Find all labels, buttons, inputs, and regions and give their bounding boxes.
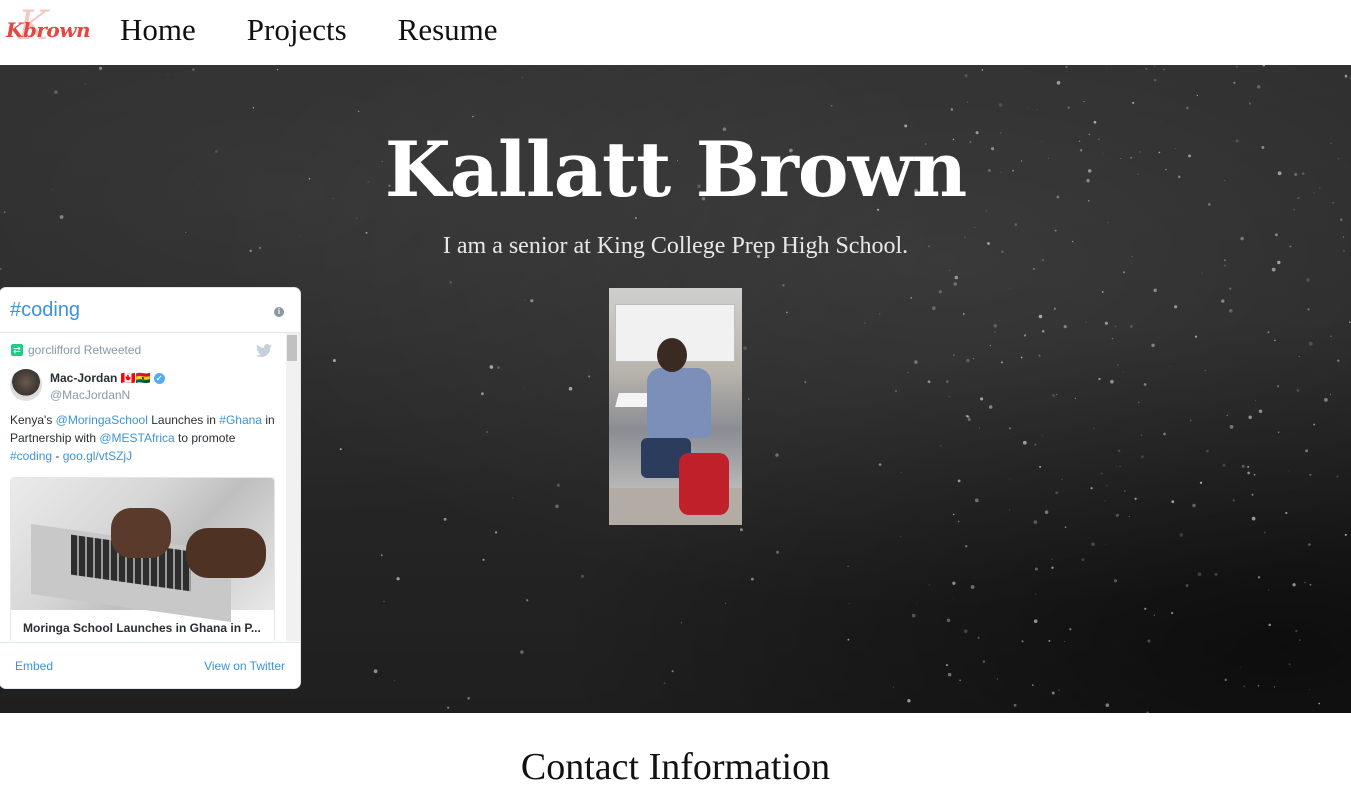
nav-home-link[interactable]: Home [120, 10, 196, 50]
contact-heading: Contact Information [0, 742, 1351, 792]
twitter-timeline: ⇄ gorclifford Retweeted Mac-Jordan 🇨🇦🇬🇭✓… [0, 333, 285, 641]
tweet-text-part: to promote [175, 431, 236, 445]
retweet-text[interactable]: gorclifford Retweeted [28, 343, 141, 357]
photo-person [647, 368, 711, 438]
tweet-link-url[interactable]: goo.gl/vtSZjJ [63, 449, 132, 463]
view-on-twitter-link[interactable]: View on Twitter [204, 659, 285, 673]
twitter-widget-footer: Embed View on Twitter [0, 642, 300, 688]
verified-icon: ✓ [154, 373, 165, 384]
retweet-icon: ⇄ [11, 344, 23, 356]
nav-resume-link[interactable]: Resume [398, 10, 498, 50]
hero-subtitle: I am a senior at King College Prep High … [0, 231, 1351, 261]
tweet-text-part: Kenya's [10, 413, 56, 427]
navbar: K Kbrown Home Projects Resume [0, 0, 1351, 65]
author-handle[interactable]: @MacJordanN [50, 388, 130, 402]
tweet-card-image [11, 478, 274, 610]
twitter-widget-header: #coding i [0, 288, 300, 333]
hero-title: Kallatt Brown [0, 125, 1351, 215]
twitter-bird-icon[interactable] [256, 344, 274, 358]
twitter-scrollbar[interactable] [286, 333, 300, 641]
tweet-card[interactable]: Moringa School Launches in Ghana in P... [10, 477, 275, 641]
embed-link[interactable]: Embed [15, 659, 53, 673]
nav-projects-link[interactable]: Projects [247, 10, 347, 50]
nav-links: Home Projects Resume [120, 10, 549, 50]
tweet-text-part: - [52, 449, 63, 463]
card-hand-left [111, 508, 171, 558]
photo-head [657, 338, 687, 372]
tweet-link-moringa[interactable]: @MoringaSchool [56, 413, 148, 427]
author-name-row[interactable]: Mac-Jordan 🇨🇦🇬🇭✓ [50, 370, 165, 386]
info-icon[interactable]: i [274, 307, 284, 317]
site-logo[interactable]: K Kbrown [4, 6, 68, 50]
tweet-card-title: Moringa School Launches in Ghana in P... [23, 620, 268, 636]
tweet-link-ghana[interactable]: #Ghana [219, 413, 262, 427]
twitter-widget: #coding i ⇄ gorclifford Retweeted Mac-Jo… [0, 288, 300, 688]
tweet-text: Kenya's @MoringaSchool Launches in #Ghan… [10, 411, 278, 465]
profile-photo [609, 288, 742, 525]
logo-text: Kbrown [6, 18, 90, 42]
tweet-link-coding[interactable]: #coding [10, 449, 52, 463]
card-hand-right [186, 528, 266, 578]
tweet-text-part: Launches in [148, 413, 219, 427]
twitter-widget-title[interactable]: #coding [10, 298, 80, 322]
author-avatar[interactable] [10, 369, 42, 401]
tweet-link-mest[interactable]: @MESTAfrica [99, 431, 174, 445]
author-name: Mac-Jordan 🇨🇦🇬🇭 [50, 371, 151, 385]
photo-bag [679, 453, 729, 515]
twitter-scrollbar-thumb[interactable] [287, 335, 297, 361]
